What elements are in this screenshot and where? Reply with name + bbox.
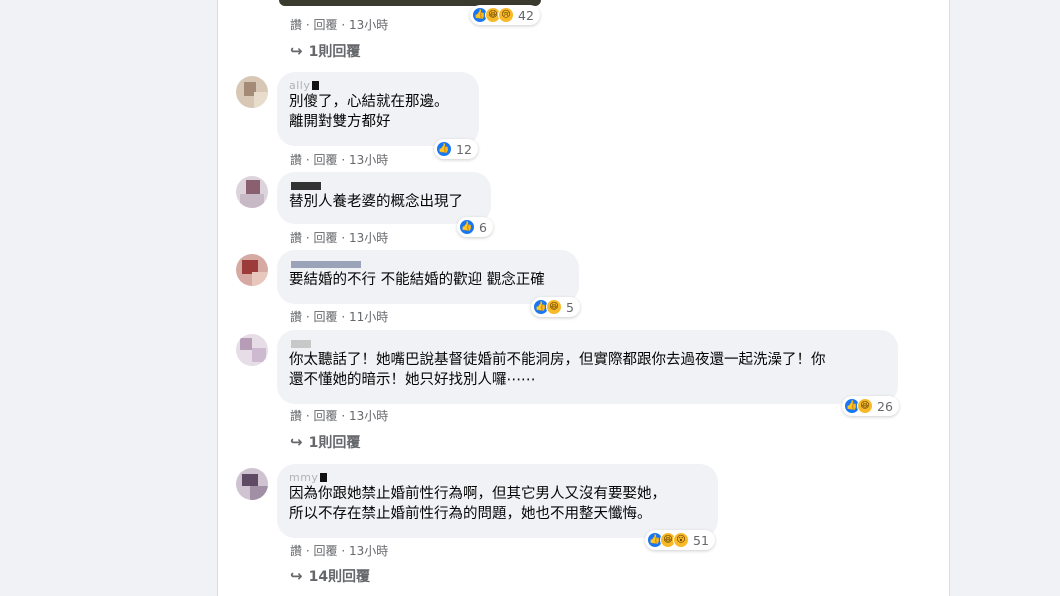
meta-dot: ·	[305, 544, 310, 558]
reply-link[interactable]: 回覆	[314, 231, 338, 245]
avatar[interactable]	[236, 76, 268, 108]
timestamp[interactable]: 13小時	[349, 409, 388, 423]
haha-icon: 😆	[546, 299, 562, 315]
meta-dot: ·	[305, 153, 310, 167]
reaction-count: 5	[566, 299, 574, 315]
comment-text: 別傻了，心結就在那邊。 離開對雙方都好	[289, 94, 449, 130]
meta-dot: ·	[341, 409, 346, 423]
wow-icon: 😮	[673, 532, 689, 548]
reply-link[interactable]: 回覆	[314, 409, 338, 423]
reaction-summary[interactable]: 👍 😆 26	[842, 396, 899, 416]
author-name: ally	[289, 79, 311, 92]
like-link[interactable]: 讚	[290, 310, 302, 324]
replies-count: 1則回覆	[308, 44, 361, 60]
comment-author[interactable]: ally	[289, 79, 467, 92]
comment-bubble: 替別人養老婆的概念出現了	[277, 172, 491, 224]
reaction-count: 51	[693, 532, 709, 548]
meta-dot: ·	[341, 231, 346, 245]
like-icon: 👍	[459, 219, 475, 235]
author-name: mmy	[289, 471, 319, 484]
comment-text: 因為你跟她禁止婚前性行為啊，但其它男人又沒有要娶她， 所以不存在禁止婚前性行為的…	[289, 486, 666, 522]
timestamp[interactable]: 13小時	[349, 544, 388, 558]
meta-dot: ·	[341, 544, 346, 558]
avatar[interactable]	[236, 468, 268, 500]
redaction-block	[312, 81, 320, 90]
timestamp[interactable]: 13小時	[349, 18, 388, 32]
comment-bubble: 你太聽話了！她嘴巴說基督徒婚前不能洞房，但實際都跟你去過夜還一起洗澡了！你 還不…	[277, 330, 898, 404]
meta-dot: ·	[341, 18, 346, 32]
reaction-count: 42	[518, 7, 534, 23]
reply-arrow-icon: ↪	[290, 567, 303, 585]
reply-link[interactable]: 回覆	[314, 153, 338, 167]
reply-link[interactable]: 回覆	[314, 18, 338, 32]
like-link[interactable]: 讚	[290, 153, 302, 167]
timestamp[interactable]: 13小時	[349, 231, 388, 245]
reply-arrow-icon: ↪	[290, 42, 303, 60]
comment-text: 你太聽話了！她嘴巴說基督徒婚前不能洞房，但實際都跟你去過夜還一起洗澡了！你 還不…	[289, 352, 826, 388]
comment-meta: 讚 · 回覆 · 13小時	[290, 542, 388, 559]
avatar[interactable]	[236, 176, 268, 208]
meta-dot: ·	[305, 409, 310, 423]
reaction-summary[interactable]: 👍 😆 5	[531, 297, 580, 317]
comment-meta: 讚 · 回覆 · 13小時	[290, 151, 388, 168]
view-replies-link[interactable]: ↪ 1則回覆	[290, 41, 360, 61]
sad-icon: 😢	[498, 7, 514, 23]
timestamp[interactable]: 13小時	[349, 153, 388, 167]
redaction-block	[291, 182, 321, 190]
reaction-summary[interactable]: 👍 6	[457, 217, 493, 237]
comment-meta-top: 讚 · 回覆 · 13小時	[290, 16, 388, 33]
reaction-count: 6	[479, 219, 487, 235]
meta-dot: ·	[305, 231, 310, 245]
redaction-block	[291, 340, 311, 348]
comment-meta: 讚 · 回覆 · 11小時	[290, 308, 388, 325]
comment-author[interactable]: mmy	[289, 471, 706, 484]
meta-dot: ·	[341, 310, 346, 324]
comment-bubble: mmy 因為你跟她禁止婚前性行為啊，但其它男人又沒有要娶她， 所以不存在禁止婚前…	[277, 464, 718, 538]
comment-author[interactable]	[289, 337, 886, 350]
comment-author[interactable]	[289, 179, 479, 192]
avatar[interactable]	[236, 254, 268, 286]
comment-meta: 讚 · 回覆 · 13小時	[290, 229, 388, 246]
comment-bubble: 要結婚的不行 不能結婚的歡迎 觀念正確	[277, 250, 579, 304]
comment-author[interactable]	[289, 257, 567, 270]
reaction-summary[interactable]: 👍 😆 😮 51	[645, 530, 715, 550]
reaction-summary[interactable]: 👍 12	[434, 139, 478, 159]
meta-dot: ·	[305, 18, 310, 32]
like-link[interactable]: 讚	[290, 231, 302, 245]
replies-count: 14則回覆	[308, 569, 371, 585]
timestamp[interactable]: 11小時	[349, 310, 388, 324]
reaction-summary[interactable]: 👍 😆 😢 42	[470, 5, 540, 25]
reply-link[interactable]: 回覆	[314, 310, 338, 324]
redaction-block	[320, 473, 328, 482]
view-replies-link[interactable]: ↪ 14則回覆	[290, 566, 370, 586]
comment-bubble: ally 別傻了，心結就在那邊。 離開對雙方都好	[277, 72, 479, 146]
haha-icon: 😆	[857, 398, 873, 414]
like-link[interactable]: 讚	[290, 544, 302, 558]
meta-dot: ·	[305, 310, 310, 324]
like-link[interactable]: 讚	[290, 18, 302, 32]
avatar[interactable]	[236, 334, 268, 366]
reply-arrow-icon: ↪	[290, 433, 303, 451]
meta-dot: ·	[341, 153, 346, 167]
reaction-count: 12	[456, 141, 472, 157]
redaction-block	[291, 261, 361, 268]
comment-text: 要結婚的不行 不能結婚的歡迎 觀念正確	[289, 272, 545, 288]
like-icon: 👍	[436, 141, 452, 157]
reaction-count: 26	[877, 398, 893, 414]
reply-link[interactable]: 回覆	[314, 544, 338, 558]
replies-count: 1則回覆	[308, 435, 361, 451]
view-replies-link[interactable]: ↪ 1則回覆	[290, 432, 360, 452]
like-link[interactable]: 讚	[290, 409, 302, 423]
comment-text: 替別人養老婆的概念出現了	[289, 194, 463, 210]
comment-meta: 讚 · 回覆 · 13小時	[290, 407, 388, 424]
